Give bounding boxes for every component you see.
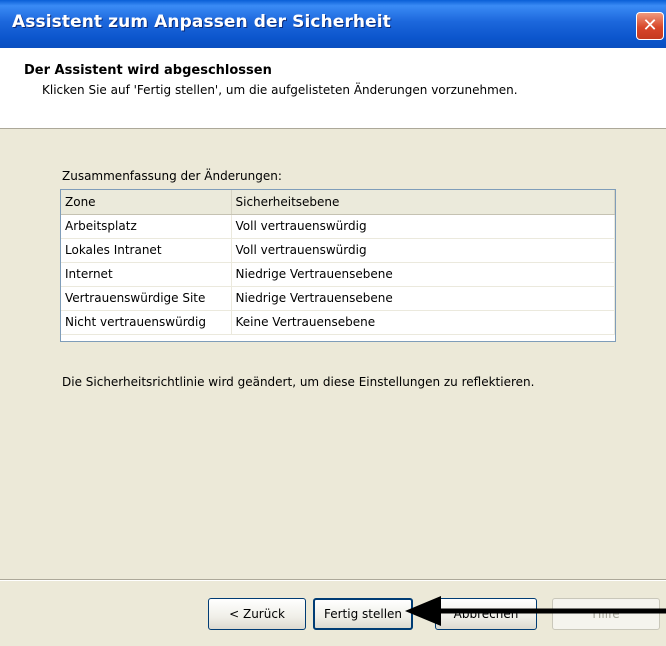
summary-label: Zusammenfassung der Änderungen: [62,169,282,183]
zone-cell: Nicht vertrauenswürdig [61,310,232,335]
zone-cell: Vertrauenswürdige Site [61,286,232,311]
window-title: Assistent zum Anpassen der Sicherheit [12,12,391,32]
wizard-step-title: Der Assistent wird abgeschlossen [24,63,272,78]
zone-cell: Lokales Intranet [61,238,232,263]
security-level-cell: Keine Vertrauensebene [231,310,615,335]
changes-list[interactable]: Zone Sicherheitsebene Arbeitsplatz Voll … [60,189,616,342]
close-button[interactable]: ✕ [636,12,664,40]
dialog-window: Assistent zum Anpassen der Sicherheit ✕ … [0,0,666,646]
zone-cell: Internet [61,262,232,287]
zone-cell: Arbeitsplatz [61,214,232,239]
column-header-security-level[interactable]: Sicherheitsebene [231,190,615,215]
security-level-cell: Niedrige Vertrauensebene [231,286,615,311]
column-header-zone[interactable]: Zone [61,190,232,215]
table-row[interactable]: Arbeitsplatz Voll vertrauenswürdig [61,214,615,239]
table-row[interactable]: Lokales Intranet Voll vertrauenswürdig [61,238,615,263]
security-level-cell: Voll vertrauenswürdig [231,238,615,263]
arrow-left-icon [405,596,666,626]
table-header-row: Zone Sicherheitsebene [61,190,615,215]
wizard-step-description: Klicken Sie auf 'Fertig stellen', um die… [42,83,518,97]
security-level-cell: Niedrige Vertrauensebene [231,262,615,287]
security-level-cell: Voll vertrauenswürdig [231,214,615,239]
changes-table: Zone Sicherheitsebene Arbeitsplatz Voll … [61,190,615,335]
close-icon: ✕ [642,15,658,36]
finish-button[interactable]: Fertig stellen [313,598,413,630]
back-button[interactable]: < Zurück [208,598,306,630]
policy-change-note: Die Sicherheitsrichtlinie wird geändert,… [62,375,535,389]
table-row[interactable]: Internet Niedrige Vertrauensebene [61,262,615,287]
button-separator [0,579,666,581]
table-row[interactable]: Vertrauenswürdige Site Niedrige Vertraue… [61,286,615,311]
table-row[interactable]: Nicht vertrauenswürdig Keine Vertrauense… [61,310,615,335]
title-bar[interactable]: Assistent zum Anpassen der Sicherheit ✕ [0,0,666,48]
